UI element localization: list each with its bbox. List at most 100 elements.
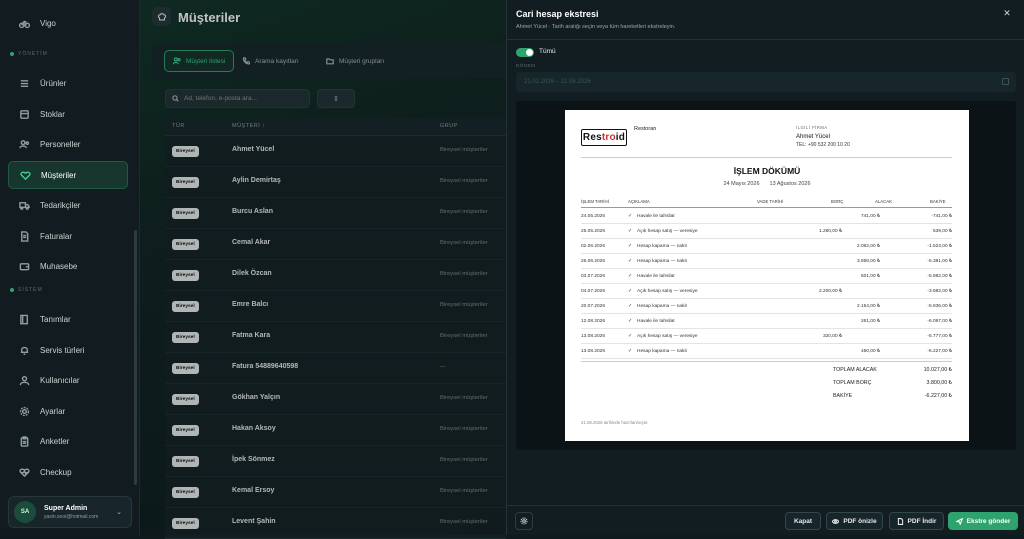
document-title: İŞLEM DÖKÜMÜ [733,166,801,176]
statement-balance: -6.097,00 ₺ [927,319,952,324]
modal-backdrop[interactable] [140,0,506,535]
calendar-icon [1002,78,1009,85]
document-footer: 21.08.2026 tarihinde hazırlanmıştır. [581,420,649,425]
pdf-preview-button[interactable]: PDF önizle [826,512,883,530]
doc-col-credit: ALACAK [875,199,892,204]
close-icon[interactable]: ✕ [997,5,1017,21]
divider [507,505,1024,506]
restoid-logo: Res tro id [581,129,627,146]
avatar: SA [14,501,36,523]
sidebar-item-clipboard[interactable]: Anketler [8,427,128,455]
statement-balance: -3.682,00 ₺ [927,289,952,294]
statement-row: 20.07.2026 ✓ Hesap kapama — nakit 2.154,00 … [581,299,952,314]
sidebar-item-heart[interactable]: Müşteriler [8,161,128,189]
sidebar-item-bell[interactable]: Servis türleri [8,336,128,364]
panel-subtitle: Ahmet Yücel · Tarih aralığı seçin veya t… [516,24,676,30]
user-email: yasin.sooi@hotmail.com [44,513,99,520]
gear-icon [520,517,528,525]
statement-row: 03.07.2026 ✓ Havale ile tahsilat 501,00 ₺ -5… [581,269,952,284]
sidebar-scrollbar[interactable] [134,230,137,485]
pdf-preview: Res tro id Restoran İLGİLİ FİRMA Ahmet Yüc… [516,101,1016,450]
statement-row: 04.07.2026 ✓ Açık hesap satış — veresiye 2.… [581,284,952,299]
statement-desc: Açık hesap satış — veresiye [637,334,698,339]
user-menu[interactable]: SA Super Admin yasin.sooi@hotmail.com ⌄ [8,496,132,528]
sidebar-item-box[interactable]: Stoklar [8,100,128,128]
sidebar-item-label: Muhasebe [40,261,78,271]
check-icon: ✓ [628,214,633,219]
date-range-field[interactable]: 21.02.2026 – 21.08.2026 [516,72,1016,92]
statement-date: 26.06.2026 [581,259,606,264]
sidebar-item-users[interactable]: Personeller [8,130,128,158]
statement-date: 24.05.2026 [581,214,606,219]
statement-desc: Açık hesap satış — veresiye [637,229,698,234]
send-statement-button[interactable]: Ekstre gönder [948,512,1018,530]
statement-desc: Hesap kapama — nakit [637,259,687,264]
pdf-download-button[interactable]: PDF İndir [889,512,944,530]
sidebar-item-label: Tedarikçiler [40,200,81,210]
sidebar-item-gear[interactable]: Ayarlar [8,397,128,425]
sidebar-item-file[interactable]: Faturalar [8,222,128,250]
toggle-label: Tümü [539,48,556,55]
date-range-value: 21.02.2026 – 21.08.2026 [524,79,591,85]
sidebar-item-heart-pulse[interactable]: Checkup [8,458,128,486]
statement-balance: -5.882,00 ₺ [927,274,952,279]
statement-date: 13.08.2026 [581,349,606,354]
doc-col-balance: BAKİYE [930,199,946,204]
sidebar-item-vigo[interactable]: Vigo [8,9,128,37]
statement-panel: Cari hesap ekstresi Ahmet Yücel · Tarih … [506,0,1024,535]
user-name: Super Admin [44,504,88,512]
divider [581,157,952,158]
related-company-name: Ahmet Yücel [796,134,830,140]
total-label: BAKİYE [833,393,853,399]
statement-credit: 501,00 ₺ [860,274,880,279]
statement-desc: Açık hesap satış — veresiye [637,289,698,294]
sidebar-item-book[interactable]: Tanımlar [8,305,128,333]
list-icon [18,77,30,89]
sidebar-item-user[interactable]: Kullanıcılar [8,366,128,394]
sidebar-item-label: Vigo [40,18,56,28]
user-icon [18,374,30,386]
bell-icon [18,344,30,356]
check-icon: ✓ [628,259,633,264]
statement-debit: 1.280,00 ₺ [818,229,842,234]
divider [581,361,952,362]
sidebar-item-label: Stoklar [40,109,65,119]
sidebar-item-label: Kullanıcılar [40,375,80,385]
total-label: TOPLAM ALACAK [833,367,877,373]
all-toggle[interactable] [516,48,534,57]
statement-desc: Havale ile tahsilat [637,214,675,219]
check-icon: ✓ [628,319,633,324]
section-yonetim: YÖNETİM [10,51,48,57]
statement-balance: -1.523,00 ₺ [927,244,952,249]
statement-date: 04.07.2026 [581,289,606,294]
divider [581,207,952,208]
sidebar-item-truck[interactable]: Tedarikçiler [8,191,128,219]
check-icon: ✓ [628,289,633,294]
statement-date: 12.08.2026 [581,319,606,324]
sidebar-item-wallet[interactable]: Muhasebe [8,252,128,280]
close-button[interactable]: Kapat [785,512,821,530]
sidebar-item-label: Anketler [40,436,70,446]
statement-desc: Hesap kapama — nakit [637,349,687,354]
statement-desc: Hesap kapama — nakit [637,304,687,309]
settings-button[interactable] [515,512,533,530]
check-icon: ✓ [628,304,633,309]
eye-icon [832,518,840,524]
divider [507,39,1024,40]
truck-icon [18,199,30,211]
document-dates: 24 Mayıs 2026 13 Ağustos 2026 [723,181,811,187]
heart-icon [19,169,31,181]
statement-date: 03.07.2026 [581,274,606,279]
statement-balance: 539,00 ₺ [932,229,952,234]
statement-credit: 2.154,00 ₺ [856,304,880,309]
statement-row: 26.06.2026 ✓ Hesap kapama — nakit 3.858,00 … [581,254,952,269]
statement-debit: 320,00 ₺ [822,334,842,339]
file-icon [18,230,30,242]
panel-title: Cari hesap ekstresi [516,9,599,19]
check-icon: ✓ [628,349,633,354]
check-icon: ✓ [628,274,633,279]
sidebar-item-list[interactable]: Ürünler [8,69,128,97]
statement-row: 13.08.2026 ✓ Hesap kapama — nakit 450,00 ₺ -… [581,344,952,359]
statement-row: 25.05.2026 ✓ Açık hesap satış — veresiye 1.… [581,224,952,239]
bicycle-icon [18,17,30,29]
